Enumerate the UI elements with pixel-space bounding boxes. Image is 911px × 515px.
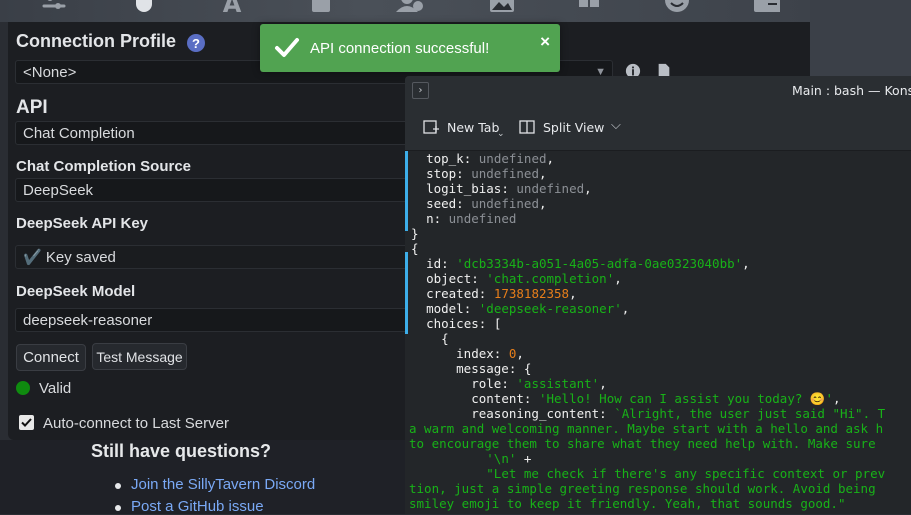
terminal-line: logit_bias: undefined, (426, 181, 592, 196)
terminal-line: index: 0, (456, 346, 524, 361)
chat-completion-source-value: DeepSeek (23, 181, 94, 199)
terminal-line: object: 'chat.completion', (426, 271, 622, 286)
terminal-line: role: 'assistant', (471, 376, 607, 391)
plug-icon[interactable] (130, 0, 158, 18)
new-tab-icon (423, 119, 439, 135)
book-globe-icon[interactable] (307, 0, 335, 18)
autoconnect-label: Auto-connect to Last Server (43, 415, 229, 432)
terminal-line: model: 'deepseek-reasoner', (426, 301, 630, 316)
konsole-titlebar: › Main : bash — Kons (405, 76, 911, 104)
connection-profile-value: <None> (23, 63, 77, 81)
terminal-line: } (411, 226, 419, 241)
split-view-chevron-down-icon[interactable]: ⌵ (611, 118, 621, 133)
user-gear-icon[interactable] (396, 0, 424, 18)
terminal-output[interactable]: top_k: undefined, stop: undefined, logit… (405, 151, 911, 514)
terminal-line: id: 'dcb3334b-a051-4a05-adfa-0ae0323040b… (426, 256, 750, 271)
sliders-icon[interactable] (40, 0, 68, 18)
terminal-line: stop: undefined, (426, 166, 547, 181)
terminal-line: a warm and welcoming manner. Maybe start… (409, 421, 884, 436)
terminal-line: created: 1738182358, (426, 286, 577, 301)
list-bullet (115, 505, 121, 511)
new-tab-button[interactable]: New Tab (447, 120, 499, 135)
svg-text:A: A (223, 0, 242, 18)
terminal-line: "Let me check if there's any specific co… (486, 466, 886, 481)
terminal-line: choices: [ (426, 316, 502, 331)
terminal-line: smiley emoji to keep it friendly. Yeah, … (409, 496, 846, 511)
split-view-button[interactable]: Split View (543, 120, 604, 135)
toast-close-button[interactable]: × (540, 32, 550, 52)
autoconnect-checkbox[interactable] (19, 415, 34, 430)
scroll-marker (405, 151, 408, 231)
checkmark-icon (275, 38, 299, 57)
cubes-icon[interactable] (575, 0, 603, 18)
toast-message: API connection successful! (310, 40, 490, 57)
smile-icon[interactable] (663, 0, 691, 18)
connect-button[interactable]: Connect (16, 344, 86, 371)
new-tab-dropdown-icon[interactable]: ⌄ (497, 129, 505, 139)
terminal-line: { (441, 331, 449, 346)
font-icon[interactable]: A (218, 0, 246, 18)
terminal-line: tion, just a simple greeting response sh… (409, 481, 876, 496)
terminal-line: message: { (456, 361, 532, 376)
menu-toggle-icon[interactable]: › (412, 82, 429, 99)
api-select[interactable]: Chat Completion (15, 121, 410, 145)
chat-completion-source-label: Chat Completion Source (16, 158, 192, 175)
terminal-line: { (411, 241, 419, 256)
status-indicator (16, 381, 30, 395)
success-toast: API connection successful! × (260, 24, 560, 72)
split-view-icon (519, 119, 535, 135)
terminal-line: n: undefined (426, 211, 517, 226)
github-issue-link[interactable]: Post a GitHub issue (131, 498, 264, 515)
top-icon-bar: A (0, 0, 810, 22)
deepseek-model-select[interactable]: deepseek-reasoner (15, 308, 410, 332)
terminal-line: seed: undefined, (426, 196, 547, 211)
id-card-icon[interactable] (752, 0, 780, 18)
deepseek-api-key-label: DeepSeek API Key (16, 215, 149, 232)
terminal-line: reasoning_content: `Alright, the user ju… (471, 406, 886, 421)
chat-completion-source-select[interactable]: DeepSeek (15, 178, 410, 202)
api-key-status: ✔️ Key saved (15, 245, 410, 269)
key-saved-text: ✔️ Key saved (23, 249, 116, 266)
terminal-line: top_k: undefined, (426, 151, 555, 166)
scroll-marker (405, 252, 408, 334)
test-message-button[interactable]: Test Message (92, 343, 187, 370)
api-value: Chat Completion (23, 124, 135, 142)
questions-heading: Still have questions? (91, 441, 272, 461)
terminal-line: content: 'Hello! How can I assist you to… (471, 391, 841, 406)
konsole-window: › Main : bash — Kons New Tab ⌄ Split Vie… (405, 76, 911, 514)
status-text: Valid (39, 380, 72, 397)
terminal-line: to encourage them to share what they nee… (409, 436, 876, 451)
background-blur (810, 0, 911, 80)
deepseek-model-label: DeepSeek Model (16, 283, 136, 300)
list-bullet (115, 483, 121, 489)
image-icon[interactable] (488, 0, 516, 18)
discord-link[interactable]: Join the SillyTavern Discord (131, 476, 315, 493)
window-title: Main : bash — Kons (792, 83, 911, 98)
terminal-line: '\n' + (486, 451, 532, 466)
konsole-toolbar: New Tab ⌄ Split View ⌵ (405, 104, 911, 151)
api-label: API (16, 97, 48, 118)
connection-profile-label: Connection Profile (16, 31, 177, 51)
deepseek-model-value: deepseek-reasoner (23, 311, 153, 329)
help-icon[interactable]: ? (187, 34, 205, 52)
